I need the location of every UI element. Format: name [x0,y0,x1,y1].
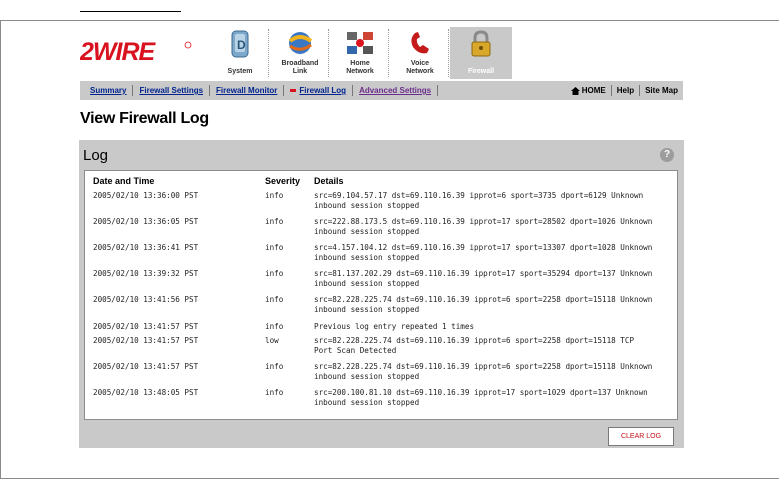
row-severity: info [265,295,284,304]
row-severity: info [265,322,284,331]
home-link[interactable]: HOME [566,85,611,96]
tab-label: Voice Network [406,60,434,75]
firewall-lock-icon [471,30,491,57]
row-details: src=81.137.202.29 dst=69.110.16.39 ippro… [314,269,653,288]
svg-text:D: D [237,38,246,52]
voice-network-icon [411,32,429,54]
2wire-logo-icon: 2WIRE [80,40,192,62]
panel-title: Log [83,147,109,164]
tab-firewall[interactable]: Firewall [448,27,512,79]
row-severity: info [265,362,284,371]
column-header-severity: Severity [265,176,301,186]
row-datetime: 2005/02/10 13:36:05 PST [93,217,199,226]
main-nav: D System Broadband Link Home Network Voi… [210,27,512,79]
row-datetime: 2005/02/10 13:41:57 PST [93,336,199,345]
row-details: src=4.157.104.12 dst=69.110.16.39 ipprot… [314,243,653,262]
tab-broadband-link[interactable]: Broadband Link [268,27,330,79]
utility-links: HOME Help Site Map [566,85,683,96]
log-table: Date and Time Severity Details 2005/02/1… [84,170,678,420]
subnav-firewall-log-label: Firewall Log [299,86,347,95]
row-datetime: 2005/02/10 13:41:57 PST [93,322,199,331]
subnav-advanced-settings[interactable]: Advanced Settings [353,85,439,96]
subnav-firewall-settings[interactable]: Firewall Settings [133,85,211,96]
current-marker-icon [290,89,297,92]
clear-log-button[interactable]: CLEAR LOG [608,427,674,446]
column-header-details: Details [314,176,344,186]
page-title: View Firewall Log [80,110,209,127]
system-icon: D [231,30,249,58]
row-severity: info [265,191,284,200]
home-icon [570,86,580,95]
row-details: src=82.228.225.74 dst=69.110.16.39 ippro… [314,362,653,381]
logo-text: 2WIRE [80,40,157,62]
help-link[interactable]: Help [610,85,639,96]
row-severity: info [265,217,284,226]
row-severity: low [265,336,279,345]
home-link-label: HOME [581,86,606,95]
row-details: src=82.228.225.74 dst=69.110.16.39 ippro… [314,295,653,314]
row-datetime: 2005/02/10 13:41:57 PST [93,362,199,371]
tab-label: Broadband Link [281,60,319,75]
row-datetime: 2005/02/10 13:36:00 PST [93,191,199,200]
tab-label: System [227,68,253,75]
home-network-icon [347,32,373,54]
row-datetime: 2005/02/10 13:39:32 PST [93,269,199,278]
subnav-firewall-log[interactable]: Firewall Log [284,85,354,96]
log-panel: Log ? Date and Time Severity Details 200… [79,140,684,448]
row-severity: info [265,269,284,278]
subnav-summary[interactable]: Summary [80,85,134,96]
row-severity: info [265,243,284,252]
broadband-icon [288,32,313,54]
row-datetime: 2005/02/10 13:41:56 PST [93,295,199,304]
row-details: src=82.228.225.74 dst=69.110.16.39 ippro… [314,336,635,355]
row-details: src=69.104.57.17 dst=69.110.16.39 ipprot… [314,191,644,210]
row-severity: info [265,388,284,397]
column-header-datetime: Date and Time [93,176,155,186]
row-datetime: 2005/02/10 13:36:41 PST [93,243,199,252]
brand-logo: 2WIRE [80,40,192,62]
tab-label: Home Network [346,60,374,75]
tab-voice-network[interactable]: Voice Network [388,27,450,79]
tab-home-network[interactable]: Home Network [328,27,390,79]
sub-navigation: Summary Firewall Settings Firewall Monit… [80,81,683,100]
row-details: src=222.88.173.5 dst=69.110.16.39 ipprot… [314,217,653,236]
help-icon[interactable]: ? [660,148,674,162]
tab-label: Firewall [467,68,495,75]
subnav-firewall-monitor[interactable]: Firewall Monitor [210,85,285,96]
row-datetime: 2005/02/10 13:48:05 PST [93,388,199,397]
tab-system[interactable]: D System [210,27,270,79]
row-details: Previous log entry repeated 1 times [314,322,475,331]
site-map-link[interactable]: Site Map [639,85,683,96]
top-rule [80,11,181,12]
row-details: src=200.100.81.10 dst=69.110.16.39 ippro… [314,388,648,407]
